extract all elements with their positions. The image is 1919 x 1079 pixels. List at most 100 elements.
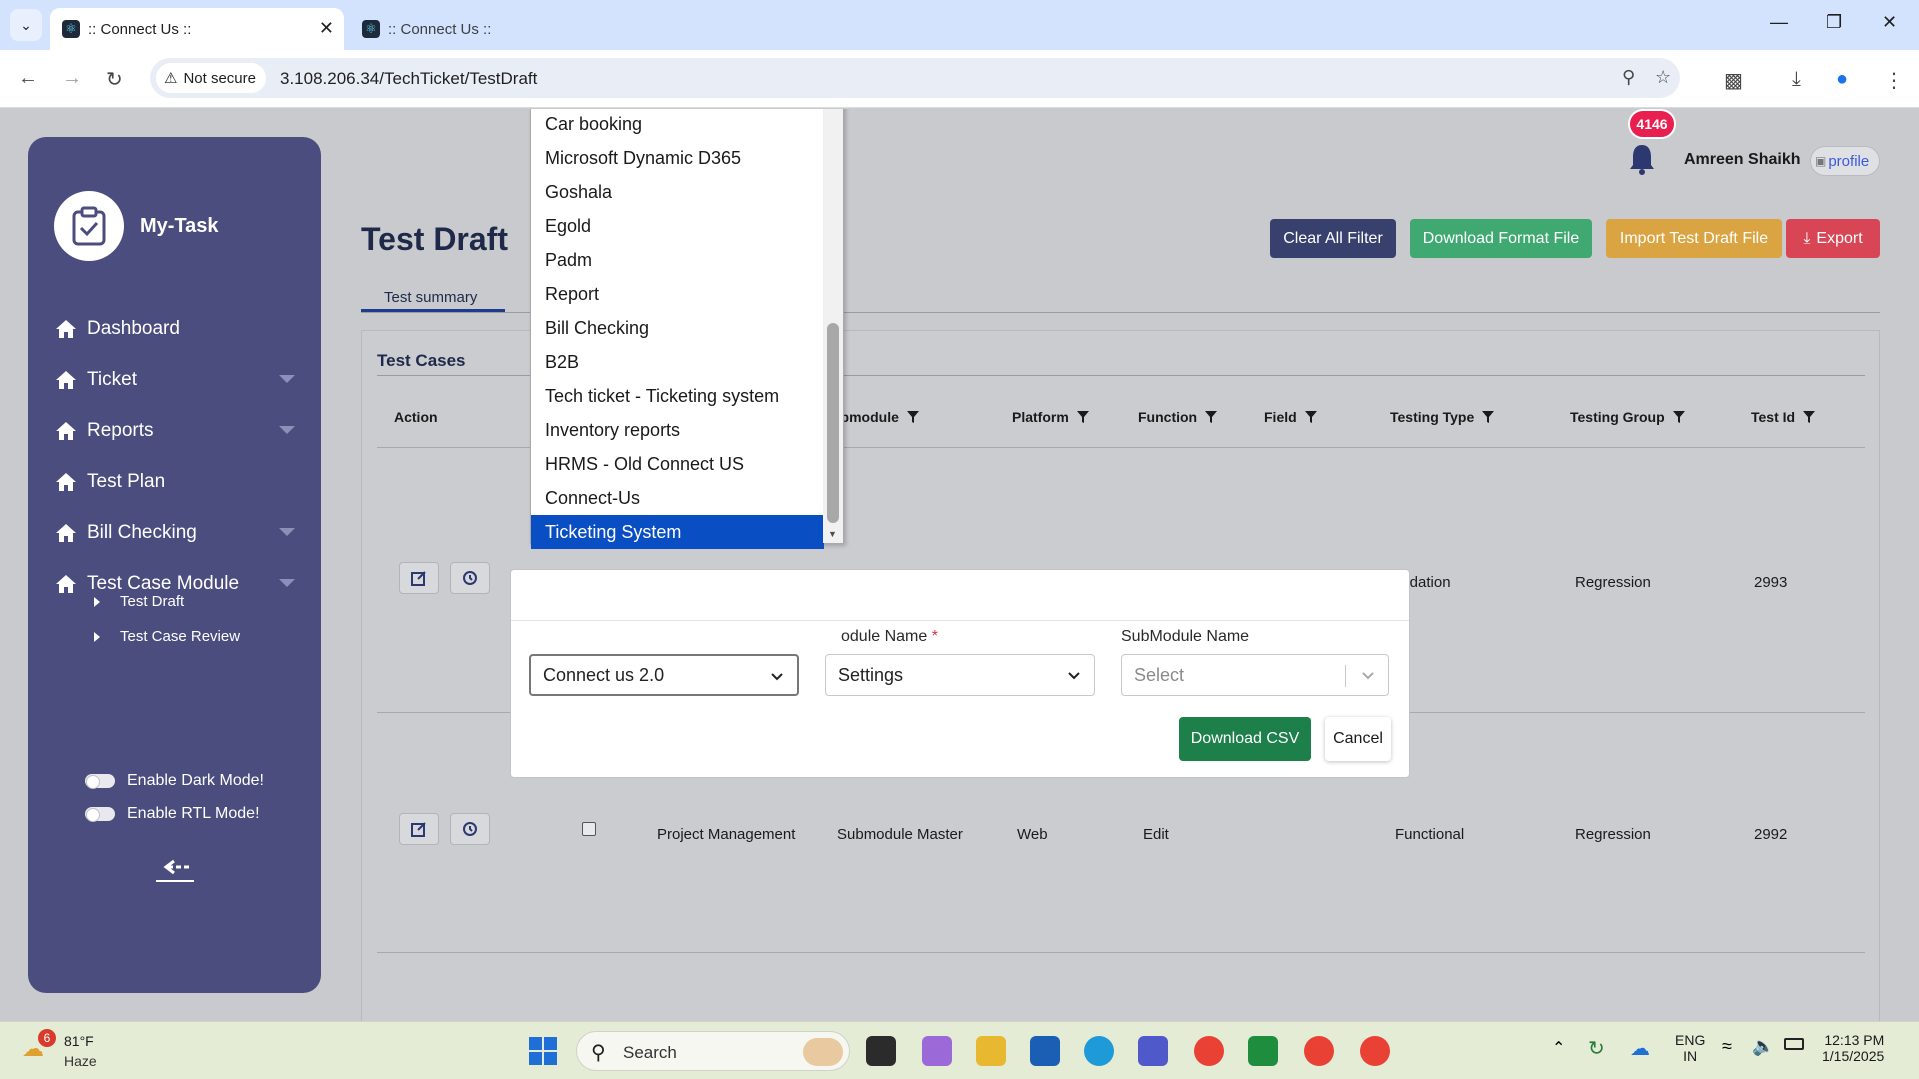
weather-temperature[interactable]: 81°F	[64, 1033, 94, 1049]
dropdown-option[interactable]: Report	[531, 277, 824, 311]
tab-test-summary[interactable]: Test summary	[384, 289, 477, 306]
extensions-icon[interactable]: ▩	[1724, 68, 1743, 93]
language-indicator[interactable]: ENG IN	[1675, 1032, 1705, 1064]
edit-button[interactable]	[399, 813, 439, 845]
store-icon[interactable]	[1030, 1036, 1060, 1066]
project-dropdown-list[interactable]: Attendance systemK J Farm FreshTechneai …	[530, 109, 844, 549]
edit-button[interactable]	[399, 562, 439, 594]
dropdown-option[interactable]: Bill Checking	[531, 311, 824, 345]
download-csv-button[interactable]: Download CSV	[1179, 717, 1311, 761]
minimize-icon[interactable]: —	[1770, 12, 1788, 33]
filter-icon[interactable]	[1672, 411, 1685, 423]
dropdown-option[interactable]: Padm	[531, 243, 824, 277]
zoom-icon[interactable]: ⚲	[1622, 67, 1635, 88]
scrollbar-thumb[interactable]	[827, 323, 839, 523]
filter-icon[interactable]	[1304, 411, 1317, 423]
close-window-icon[interactable]: ✕	[1882, 12, 1897, 33]
browser-tab-active[interactable]: ⚛ :: Connect Us :: ✕	[50, 8, 344, 50]
sidebar-subitem-test-case-review[interactable]: Test Case Review	[94, 628, 240, 645]
filter-icon[interactable]	[1482, 411, 1495, 423]
column-header-submodule[interactable]: ubmodule	[832, 409, 919, 425]
submodule-select[interactable]: Select	[1121, 654, 1389, 696]
copilot-icon[interactable]	[922, 1036, 952, 1066]
collapse-sidebar-icon[interactable]	[156, 857, 194, 883]
filter-icon[interactable]	[1076, 411, 1089, 423]
project-select[interactable]: Connect us 2.0	[529, 654, 799, 696]
column-header-field[interactable]: Field	[1264, 409, 1317, 425]
export-button[interactable]: ⤓ Export	[1786, 219, 1880, 258]
volume-icon[interactable]: 🔈	[1752, 1036, 1774, 1057]
wifi-icon[interactable]: ≈	[1722, 1036, 1732, 1057]
import-test-draft-file-button[interactable]: Import Test Draft File	[1606, 219, 1782, 258]
back-icon[interactable]: ←	[18, 67, 38, 90]
chrome-icon[interactable]	[1304, 1036, 1334, 1066]
column-header-function[interactable]: Function	[1138, 409, 1218, 425]
sidebar-item-ticket[interactable]: Ticket	[55, 366, 295, 394]
xbox-icon[interactable]	[1248, 1036, 1278, 1066]
row-checkbox[interactable]	[582, 822, 596, 836]
restore-icon[interactable]: ❐	[1826, 12, 1842, 33]
edge-icon[interactable]	[1084, 1036, 1114, 1066]
bookmark-star-icon[interactable]: ☆	[1655, 67, 1671, 88]
dropdown-option[interactable]: Egold	[531, 209, 824, 243]
filter-icon[interactable]	[1803, 411, 1816, 423]
user-name[interactable]: Amreen Shaikh	[1684, 151, 1800, 169]
dropdown-option[interactable]: Tech ticket - Ticketing system	[531, 379, 824, 413]
sync-icon[interactable]: ↻	[1588, 1036, 1605, 1061]
dark-mode-toggle[interactable]	[85, 774, 115, 789]
battery-icon[interactable]	[1784, 1038, 1804, 1050]
tray-chevron-icon[interactable]: ⌃	[1552, 1038, 1565, 1058]
dropdown-option[interactable]: Goshala	[531, 175, 824, 209]
column-header-test-id[interactable]: Test Id	[1751, 409, 1816, 425]
history-button[interactable]	[450, 562, 490, 594]
onedrive-icon[interactable]: ☁	[1630, 1036, 1650, 1061]
windows-start-icon[interactable]	[528, 1036, 558, 1066]
column-header-platform[interactable]: Platform	[1012, 409, 1089, 425]
dropdown-option[interactable]: Car booking	[531, 109, 824, 141]
profile-avatar[interactable]: ▣ profile	[1810, 146, 1880, 176]
sidebar-subitem-test-draft[interactable]: Test Draft	[94, 593, 184, 610]
browser-tab-inactive[interactable]: ⚛ :: Connect Us ::	[350, 8, 530, 50]
sidebar-item-reports[interactable]: Reports	[55, 417, 295, 445]
omnibox[interactable]: ⚠ Not secure 3.108.206.34/TechTicket/Tes…	[150, 58, 1680, 98]
teams-icon[interactable]	[1138, 1036, 1168, 1066]
column-header-testing-group[interactable]: Testing Group	[1570, 409, 1685, 425]
module-select[interactable]: Settings	[825, 654, 1095, 696]
sidebar-item-test-plan[interactable]: Test Plan	[55, 468, 165, 496]
task-view-icon[interactable]	[866, 1036, 896, 1066]
clock[interactable]: 12:13 PM 1/15/2025	[1822, 1032, 1884, 1064]
clear-all-filter-button[interactable]: Clear All Filter	[1270, 219, 1396, 258]
sidebar-item-bill-checking[interactable]: Bill Checking	[55, 519, 295, 547]
download-format-file-button[interactable]: Download Format File	[1410, 219, 1592, 258]
file-explorer-icon[interactable]	[976, 1036, 1006, 1066]
scroll-down-icon[interactable]: ▼	[828, 529, 837, 539]
more-menu-icon[interactable]: ⋮	[1884, 68, 1904, 93]
cancel-button[interactable]: Cancel	[1325, 717, 1391, 761]
taskbar-search[interactable]: ⚲ Search	[576, 1031, 850, 1071]
dropdown-option[interactable]: Inventory reports	[531, 413, 824, 447]
download-icon[interactable]: ⤓	[1792, 68, 1801, 91]
account-icon[interactable]: ●	[1836, 68, 1848, 91]
dropdown-option[interactable]: Ticketing System	[531, 515, 824, 549]
notification-bell-icon[interactable]	[1628, 141, 1656, 175]
dropdown-option[interactable]: HRMS - Old Connect US	[531, 447, 824, 481]
filter-icon[interactable]	[906, 411, 919, 423]
dark-mode-toggle-row[interactable]: Enable Dark Mode!	[85, 772, 264, 790]
dropdown-scrollbar[interactable]: ▲ ▼	[823, 109, 843, 543]
dropdown-option[interactable]: Connect-Us	[531, 481, 824, 515]
dropdown-option[interactable]: Microsoft Dynamic D365	[531, 141, 824, 175]
rtl-mode-toggle-row[interactable]: Enable RTL Mode!	[85, 805, 260, 823]
security-chip[interactable]: ⚠ Not secure	[156, 63, 266, 93]
sidebar-item-dashboard[interactable]: Dashboard	[55, 315, 180, 343]
chrome-icon[interactable]	[1360, 1036, 1390, 1066]
forward-icon[interactable]: →	[62, 67, 82, 90]
history-button[interactable]	[450, 813, 490, 845]
rtl-mode-toggle[interactable]	[85, 807, 115, 822]
url-text[interactable]: 3.108.206.34/TechTicket/TestDraft	[280, 69, 537, 89]
filter-icon[interactable]	[1205, 411, 1218, 423]
dropdown-option[interactable]: B2B	[531, 345, 824, 379]
column-header-testing-type[interactable]: Testing Type	[1390, 409, 1495, 425]
tab-search-chevron-icon[interactable]: ⌄	[10, 9, 42, 41]
chrome-icon[interactable]	[1194, 1036, 1224, 1066]
reload-icon[interactable]: ↻	[106, 67, 123, 92]
